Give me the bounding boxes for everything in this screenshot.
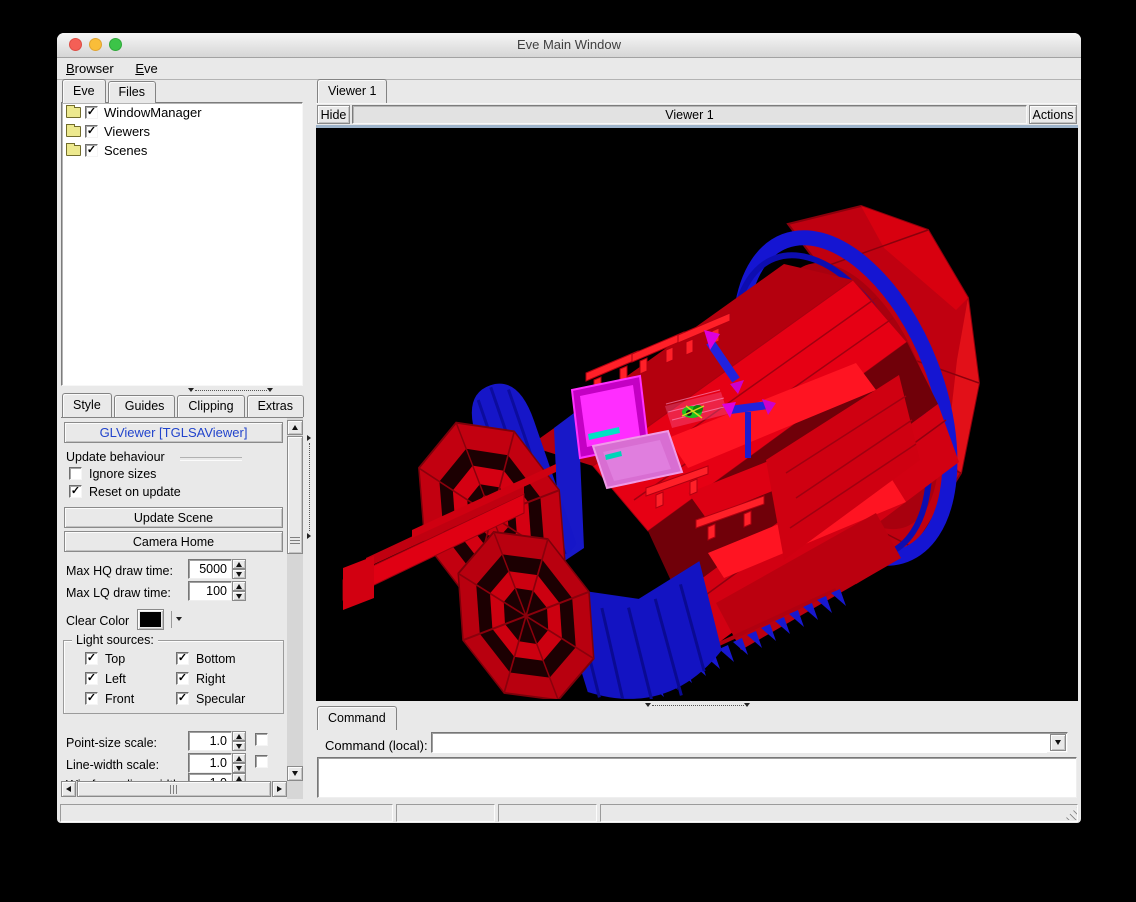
light-bottom-checkbox[interactable]: ✓	[176, 652, 189, 665]
style-vscrollbar[interactable]	[287, 418, 303, 799]
divider	[180, 457, 242, 461]
tab-guides[interactable]: Guides	[114, 395, 176, 417]
vscroll-up-button[interactable]	[287, 420, 303, 435]
eve-main-window: Eve Main Window Browser Eve Eve Files ✓ …	[57, 33, 1081, 823]
hscroll-right-button[interactable]	[272, 781, 287, 797]
status-cell	[396, 804, 495, 822]
point-size-checkbox[interactable]	[255, 733, 268, 746]
point-size-down-button[interactable]	[232, 741, 246, 751]
style-panel: GLViewer [TGLSAViewer] Update behaviour …	[61, 417, 303, 799]
titlebar[interactable]: Eve Main Window	[57, 33, 1081, 58]
status-cell	[600, 804, 1078, 822]
point-size-label: Point-size scale:	[66, 736, 157, 750]
actions-button[interactable]: Actions	[1029, 105, 1077, 124]
tab-clipping[interactable]: Clipping	[177, 395, 244, 417]
ignore-sizes-checkbox[interactable]	[69, 467, 82, 480]
command-dropdown-button[interactable]	[1050, 734, 1066, 751]
command-input[interactable]	[433, 734, 1047, 753]
command-output[interactable]	[317, 757, 1077, 798]
max-hq-label: Max HQ draw time:	[66, 564, 173, 578]
line-width-down-button[interactable]	[232, 763, 246, 773]
line-width-up-button[interactable]	[232, 753, 246, 763]
tab-style[interactable]: Style	[62, 393, 112, 417]
clear-color-label: Clear Color	[66, 614, 129, 628]
eve-tree-panel: ✓ WindowManager ✓ Viewers ✓ Scenes	[61, 102, 303, 386]
status-cell	[498, 804, 597, 822]
tab-eve[interactable]: Eve	[62, 79, 106, 103]
max-lq-down-button[interactable]	[232, 591, 246, 601]
clear-color-swatch[interactable]	[137, 609, 164, 630]
light-right-checkbox[interactable]: ✓	[176, 672, 189, 685]
max-hq-input[interactable]: 5000	[188, 559, 232, 579]
light-top-checkbox[interactable]: ✓	[85, 652, 98, 665]
tree-item-windowmanager[interactable]: ✓ WindowManager	[62, 103, 302, 122]
vscroll-down-button[interactable]	[287, 766, 303, 781]
detector-3d-render	[316, 128, 1076, 699]
light-front-checkbox[interactable]: ✓	[85, 692, 98, 705]
desktop: Eve Main Window Browser Eve Eve Files ✓ …	[0, 0, 1136, 902]
command-local-label: Command (local):	[325, 738, 428, 753]
viewer-tab-bar: Viewer 1	[317, 80, 389, 103]
reset-on-update-checkbox[interactable]: ✓	[69, 485, 82, 498]
light-sources-title: Light sources:	[72, 633, 158, 647]
max-hq-up-button[interactable]	[232, 559, 246, 569]
hscroll-thumb[interactable]	[77, 781, 271, 797]
left-tab-bar: Eve Files	[62, 80, 158, 103]
light-specular-checkbox[interactable]: ✓	[176, 692, 189, 705]
light-sources-group: Light sources: ✓ Top ✓ Bottom ✓ Left ✓ R…	[63, 640, 284, 714]
tree-checkbox[interactable]: ✓	[85, 106, 98, 119]
tab-viewer-1[interactable]: Viewer 1	[317, 79, 387, 103]
max-hq-down-button[interactable]	[232, 569, 246, 579]
line-width-input[interactable]: 1.0	[188, 753, 232, 773]
update-behaviour-label: Update behaviour	[66, 450, 165, 464]
max-lq-label: Max LQ draw time:	[66, 586, 171, 600]
light-left-checkbox[interactable]: ✓	[85, 672, 98, 685]
tab-files[interactable]: Files	[108, 81, 156, 103]
tree-checkbox[interactable]: ✓	[85, 125, 98, 138]
tree-item-scenes[interactable]: ✓ Scenes	[62, 141, 302, 160]
folder-icon	[66, 107, 81, 118]
folder-icon	[66, 126, 81, 137]
menu-eve[interactable]: Eve	[126, 58, 166, 76]
statusbar	[59, 804, 1079, 822]
tab-command[interactable]: Command	[317, 706, 397, 730]
glviewer-button[interactable]: GLViewer [TGLSAViewer]	[64, 422, 283, 443]
camera-home-button[interactable]: Camera Home	[64, 531, 283, 552]
folder-icon	[66, 145, 81, 156]
status-cell	[60, 804, 393, 822]
style-hscrollbar[interactable]	[61, 781, 287, 797]
tree-checkbox[interactable]: ✓	[85, 144, 98, 157]
window-title: Eve Main Window	[57, 37, 1081, 52]
tree-item-viewers[interactable]: ✓ Viewers	[62, 122, 302, 141]
max-lq-input[interactable]: 100	[188, 581, 232, 601]
update-scene-button[interactable]: Update Scene	[64, 507, 283, 528]
vscroll-thumb[interactable]	[287, 436, 303, 554]
hscroll-left-button[interactable]	[61, 781, 76, 797]
line-width-checkbox[interactable]	[255, 755, 268, 768]
clear-color-dropdown[interactable]	[171, 611, 186, 628]
menu-browser[interactable]: Browser	[57, 58, 123, 76]
viewer-toolbar: Hide Viewer 1 Actions	[316, 103, 1078, 127]
viewer-splitter[interactable]	[316, 701, 1078, 709]
max-lq-up-button[interactable]	[232, 581, 246, 591]
command-combobox[interactable]	[431, 732, 1068, 753]
menubar: Browser Eve	[57, 58, 1081, 80]
viewer-title: Viewer 1	[352, 105, 1027, 124]
gl-viewport[interactable]	[316, 125, 1078, 701]
point-size-up-button[interactable]	[232, 731, 246, 741]
tab-extras[interactable]: Extras	[247, 395, 304, 417]
point-size-input[interactable]: 1.0	[188, 731, 232, 751]
line-width-label: Line-width scale:	[66, 758, 159, 772]
hide-button[interactable]: Hide	[317, 105, 350, 124]
command-tab-bar: Command	[317, 707, 399, 730]
style-tab-bar: Style Guides Clipping Extras	[62, 394, 306, 417]
main-splitter[interactable]	[305, 80, 315, 800]
